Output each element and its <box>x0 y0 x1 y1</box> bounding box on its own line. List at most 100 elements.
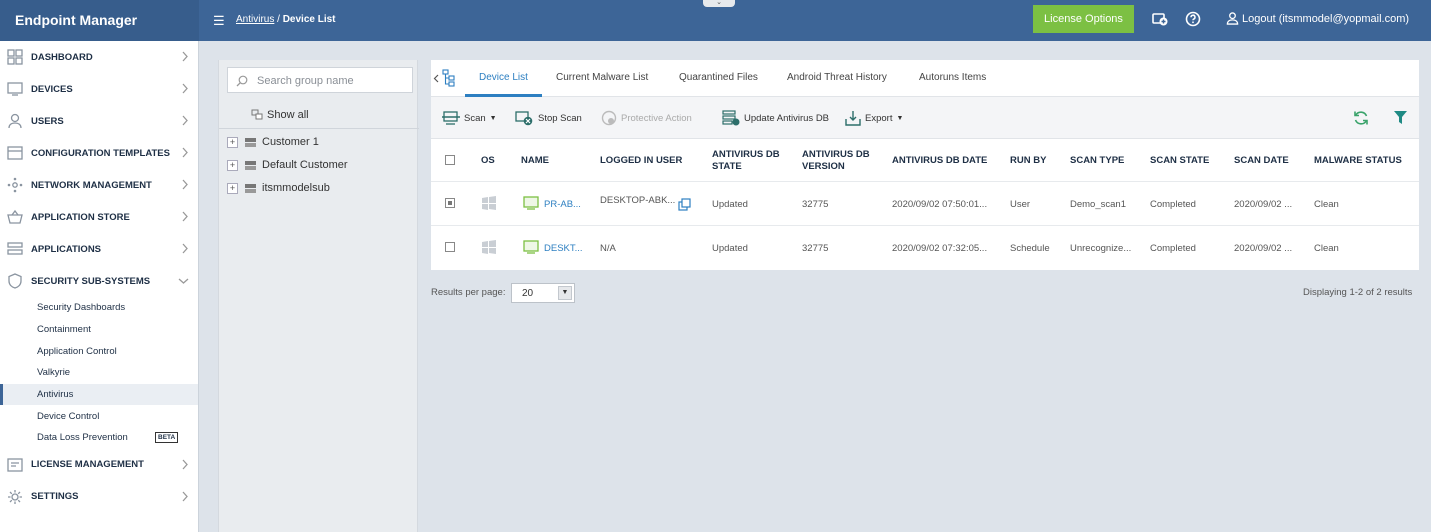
sidebar-sub-data-loss-prevention[interactable]: Data Loss Prevention BETA <box>0 427 198 449</box>
device-list-panel: Device List Current Malware List Quarant… <box>431 60 1419 270</box>
sidebar-item-label: DEVICES <box>31 83 73 95</box>
tab-autoruns-items[interactable]: Autoruns Items <box>919 72 986 83</box>
tab-device-list[interactable]: Device List <box>479 72 528 83</box>
tab-android-threat-history[interactable]: Android Threat History <box>787 72 887 83</box>
column-header-name[interactable]: NAME <box>521 155 549 167</box>
column-header-db-version[interactable]: ANTIVIRUS DB VERSION <box>802 149 882 173</box>
row-checkbox[interactable] <box>445 198 455 208</box>
caret-down-icon: ▼ <box>896 114 904 122</box>
db-date: 2020/09/02 07:32:05... <box>892 243 988 254</box>
tree-node-label: itsmmodelsub <box>262 182 330 194</box>
tree-node[interactable]: + itsmmodelsub <box>227 179 330 197</box>
export-button[interactable]: Export ▼ <box>845 110 903 126</box>
sidebar-item-configuration-templates[interactable]: CONFIGURATION TEMPLATES <box>0 137 198 169</box>
expand-icon[interactable]: + <box>227 136 238 148</box>
table-row[interactable]: DESKT... N/A Updated 32775 2020/09/02 07… <box>431 225 1419 270</box>
filter-icon[interactable] <box>1394 111 1407 125</box>
tree-node[interactable]: + Customer 1 <box>227 133 319 151</box>
sidebar-sub-device-control[interactable]: Device Control <box>0 405 198 427</box>
chevron-right-icon <box>182 211 188 222</box>
logout-button[interactable]: Logout (itsmmodel@yopmail.com) <box>1226 12 1409 25</box>
group-search-placeholder: Search group name <box>257 75 354 87</box>
collapse-header-icon[interactable]: ⌄ <box>703 0 735 7</box>
applications-icon <box>7 242 23 255</box>
expand-icon[interactable]: + <box>227 159 238 171</box>
windows-os-icon <box>482 240 496 254</box>
expand-icon[interactable]: + <box>227 182 238 194</box>
sidebar-sub-application-control[interactable]: Application Control <box>0 340 198 362</box>
breadcrumb-current: Device List <box>282 14 336 25</box>
windows-os-icon <box>482 196 496 210</box>
tab-current-malware-list[interactable]: Current Malware List <box>556 72 648 83</box>
tab-quarantined-files[interactable]: Quarantined Files <box>679 72 758 83</box>
device-status-icon <box>523 196 539 210</box>
sidebar-item-label: DASHBOARD <box>31 51 93 63</box>
sidebar-item-dashboard[interactable]: DASHBOARD <box>0 41 198 73</box>
results-per-page-select[interactable]: 20 ▼ <box>511 283 575 303</box>
remote-control-icon[interactable] <box>678 198 691 211</box>
sidebar-sub-label: Data Loss Prevention <box>37 432 128 444</box>
scan-button[interactable]: Scan ▼ <box>442 110 497 126</box>
column-header-db-date[interactable]: ANTIVIRUS DB DATE <box>892 155 987 167</box>
sidebar-item-applications[interactable]: APPLICATIONS <box>0 233 198 265</box>
run-by: Schedule <box>1010 243 1050 254</box>
stop-scan-icon <box>515 111 533 126</box>
sidebar-item-license-management[interactable]: LICENSE MANAGEMENT <box>0 449 198 481</box>
sidebar-sub-valkyrie[interactable]: Valkyrie <box>0 362 198 384</box>
column-header-scan-type[interactable]: SCAN TYPE <box>1070 155 1124 167</box>
group-search-input[interactable]: Search group name <box>227 67 413 93</box>
column-header-os[interactable]: OS <box>481 155 495 167</box>
sidebar-sub-containment[interactable]: Containment <box>0 319 198 341</box>
update-db-label: Update Antivirus DB <box>744 112 830 124</box>
app-title: Endpoint Manager <box>0 0 199 41</box>
shield-icon <box>8 273 22 289</box>
table-row[interactable]: PR-AB... DESKTOP-ABK... Updated 32775 20… <box>431 181 1419 225</box>
show-all-button[interactable]: Show all <box>219 104 419 129</box>
column-header-malware-status[interactable]: MALWARE STATUS <box>1314 155 1402 167</box>
sidebar-sub-antivirus[interactable]: Antivirus <box>0 383 198 406</box>
tree-node-label: Default Customer <box>262 159 348 171</box>
license-options-button[interactable]: License Options <box>1033 5 1134 33</box>
sidebar-item-users[interactable]: USERS <box>0 105 198 137</box>
menu-icon[interactable]: ☰ <box>213 13 225 29</box>
dashboard-icon <box>7 49 23 65</box>
sidebar-item-settings[interactable]: SETTINGS <box>0 481 198 513</box>
sidebar-item-network-management[interactable]: NETWORK MANAGEMENT <box>0 169 198 201</box>
select-all-checkbox[interactable] <box>445 155 455 165</box>
chevron-right-icon <box>182 179 188 190</box>
stop-scan-button[interactable]: Stop Scan <box>515 110 582 126</box>
group-icon <box>245 183 256 193</box>
scan-state: Completed <box>1150 243 1196 254</box>
protective-action-button[interactable]: Protective Action <box>601 110 692 126</box>
beta-badge: BETA <box>155 432 179 444</box>
row-checkbox[interactable] <box>445 242 455 252</box>
user-icon <box>1226 12 1239 25</box>
column-header-scan-date[interactable]: SCAN DATE <box>1234 155 1289 167</box>
run-by: User <box>1010 199 1031 210</box>
tree-view-icon[interactable] <box>442 69 455 87</box>
device-name-link[interactable]: PR-AB... <box>544 199 581 210</box>
gear-icon <box>8 489 22 504</box>
scan-type: Unrecognize... <box>1070 243 1132 254</box>
device-name-link[interactable]: DESKT... <box>544 243 583 254</box>
sidebar-item-devices[interactable]: DEVICES <box>0 73 198 105</box>
help-icon[interactable] <box>1185 11 1201 27</box>
tree-node[interactable]: + Default Customer <box>227 156 348 174</box>
collapse-tree-icon[interactable] <box>433 74 439 83</box>
sidebar-item-label: SECURITY SUB-SYSTEMS <box>31 275 151 287</box>
update-antivirus-db-button[interactable]: Update Antivirus DB <box>722 110 829 126</box>
column-header-run-by[interactable]: RUN BY <box>1010 155 1046 167</box>
chevron-right-icon <box>182 115 188 126</box>
scan-state: Completed <box>1150 199 1196 210</box>
column-header-db-state[interactable]: ANTIVIRUS DB STATE <box>712 149 792 173</box>
chevron-right-icon <box>182 51 188 62</box>
breadcrumb-antivirus-link[interactable]: Antivirus <box>236 14 274 25</box>
sidebar-item-label: NETWORK MANAGEMENT <box>31 179 152 191</box>
column-header-logged-in-user[interactable]: LOGGED IN USER <box>600 155 682 167</box>
sidebar-item-application-store[interactable]: APPLICATION STORE <box>0 201 198 233</box>
sidebar-sub-security-dashboards[interactable]: Security Dashboards <box>0 297 198 319</box>
sidebar-item-security-sub-systems[interactable]: SECURITY SUB-SYSTEMS <box>0 265 198 297</box>
refresh-icon[interactable] <box>1353 110 1369 126</box>
add-device-icon[interactable] <box>1152 11 1168 27</box>
column-header-scan-state[interactable]: SCAN STATE <box>1150 155 1209 167</box>
